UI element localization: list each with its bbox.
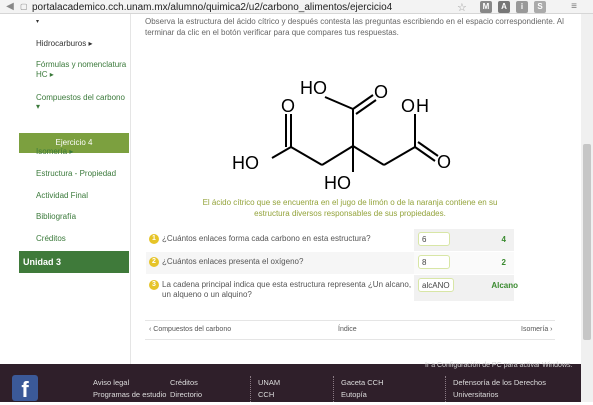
prev-link[interactable]: ‹ Compuestos del carbono [149,326,231,333]
index-link[interactable]: Índice [338,326,357,333]
footer-link-creditos[interactable]: Créditos [170,378,198,387]
question-text: ¿Cuántos enlaces forma cada carbono en e… [162,234,371,243]
extension-icon-a[interactable]: A [498,1,510,13]
label-o-right: O [437,152,451,172]
sidebar-item-hidrocarburos[interactable]: Hidrocarburos ▸ [36,39,92,48]
label-ho-top: HO [300,78,327,98]
answer-input[interactable]: 6 [418,232,450,246]
question-row: 3 La cadena principal indica que esta es… [146,275,518,301]
back-icon[interactable]: ◀ [4,1,16,13]
sidebar-item-isomeria[interactable]: Isomería ▸ [36,147,73,156]
question-number-badge: 1 [149,234,159,244]
scrollbar-thumb[interactable] [583,144,591,340]
label-h-right: H [416,96,429,116]
correct-answer: Alcano [491,281,518,290]
question-number-badge: 3 [149,280,159,290]
extension-icon-i[interactable]: i [516,1,528,13]
activation-watermark-subtitle: Ir a Configuración de PC para activar Wi… [425,362,573,369]
footer-link-programas[interactable]: Programas de estudio [93,390,166,399]
pager: ‹ Compuestos del carbono Índice Isomería… [145,320,555,340]
footer-link-directorio[interactable]: Directorio [170,390,202,399]
scrollbar[interactable] [581,14,593,402]
sidebar-item-compuestos[interactable]: Compuestos del carbono [36,93,125,102]
footer-link-aviso-legal[interactable]: Aviso legal [93,378,129,387]
extension-icon-m[interactable]: M [480,1,492,13]
label-ho-center: HO [324,173,351,193]
correct-answer: 2 [501,258,506,267]
footer-link-eutopia[interactable]: Eutopía [341,390,367,399]
footer-link-gaceta[interactable]: Gaceta CCH [341,378,384,387]
footer-link-unam[interactable]: UNAM [258,378,280,387]
menu-icon[interactable]: ≡ [568,1,580,13]
page-icon: ▢ [20,2,28,11]
sidebar-item-bibliografia[interactable]: Bibliografía [36,212,76,221]
sidebar-nav: ▾ Hidrocarburos ▸ Fórmulas y nomenclatur… [19,14,129,370]
activation-watermark-title: Activar Windows [425,347,499,358]
address-bar[interactable]: ▢ portalacademico.cch.unam.mx/alumno/qui… [20,1,467,14]
label-o-right-top: O [401,96,415,116]
label-o-left: O [281,96,295,116]
divider [445,376,447,402]
extension-icon-s[interactable]: S [534,1,546,13]
next-link[interactable]: Isomería › [521,326,553,333]
question-row: 2 ¿Cuántos enlaces presenta el oxígeno? … [146,252,514,274]
bookmark-star-icon[interactable]: ☆ [457,1,467,14]
sidebar-unit-3[interactable]: Unidad 3 [19,251,129,273]
question-text: ¿Cuántos enlaces presenta el oxígeno? [162,257,304,266]
chevron-down-icon: ▾ [36,102,41,111]
sidebar-item-creditos[interactable]: Créditos [36,234,66,243]
label-o-top: O [374,82,388,102]
answer-input[interactable]: alcANO [418,278,454,292]
url-text: portalacademico.cch.unam.mx/alumno/quimi… [32,2,393,13]
footer-link-defensoria[interactable]: Defensoría de los Derechos [453,378,546,387]
instructions: Observa la estructura del ácido cítrico … [145,17,564,37]
sidebar-item-formulas-hc[interactable]: HC ▸ [36,70,54,79]
question-row: 1 ¿Cuántos enlaces forma cada carbono en… [146,229,514,251]
footer-link-cch[interactable]: CCH [258,390,274,399]
divider [250,376,252,402]
caption: El ácido cítrico que se encuentra en el … [202,198,498,218]
chevron-down-icon: ▾ [36,19,40,25]
question-text: La cadena principal indica que esta estr… [162,280,412,299]
correct-answer: 4 [501,235,506,244]
question-number-badge: 2 [149,257,159,267]
answer-input[interactable]: 8 [418,255,450,269]
divider [130,14,131,370]
facebook-icon[interactable]: f [12,375,38,402]
sidebar-item-estructura[interactable]: Estructura - Propiedad [36,169,116,178]
browser-toolbar: ◀ ▢ portalacademico.cch.unam.mx/alumno/q… [0,0,593,14]
label-ho-left: HO [232,153,259,173]
sidebar-item-formulas[interactable]: Fórmulas y nomenclatura [36,60,126,69]
divider [333,376,335,402]
sidebar-item-actividad-final[interactable]: Actividad Final [36,191,88,200]
citric-acid-structure: HO O O HO O H O HO [232,78,451,193]
footer-link-universitarios[interactable]: Universitarios [453,390,498,399]
